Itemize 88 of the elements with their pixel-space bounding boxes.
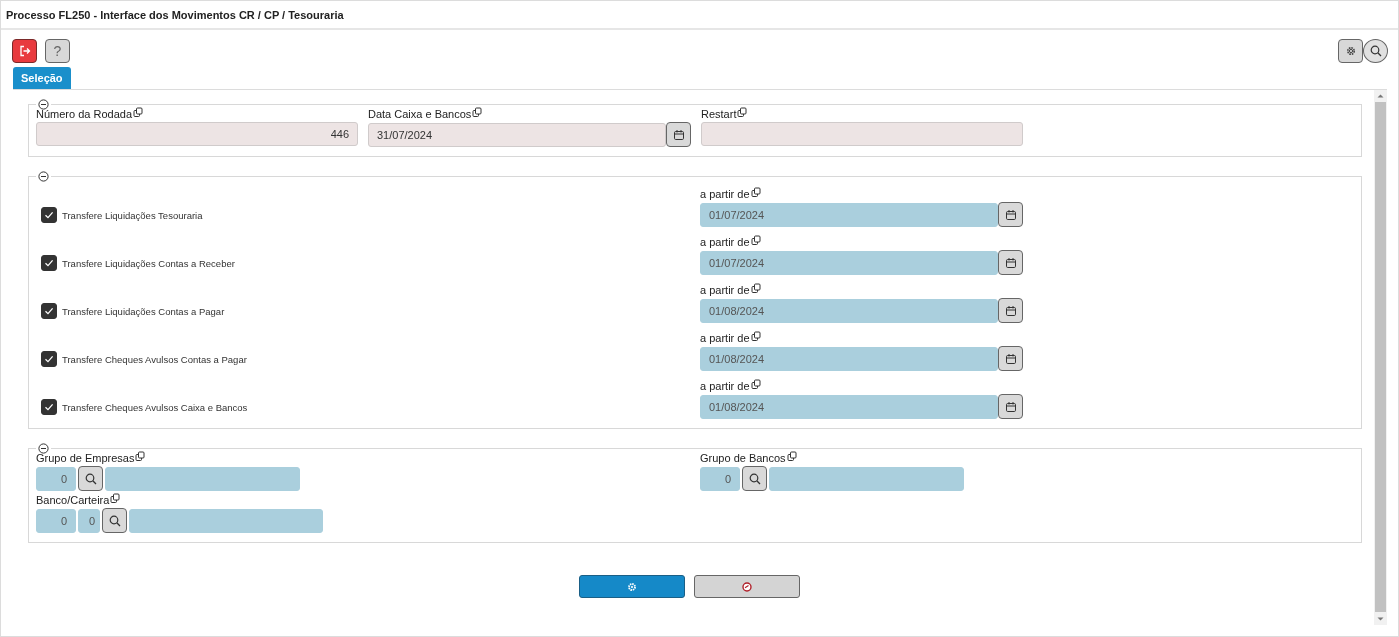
number-field[interactable]: 446 [36, 122, 358, 146]
date-field[interactable]: 01/08/2024 [700, 394, 999, 419]
tab[interactable]: Seleção [13, 67, 71, 89]
checkmark-icon [44, 210, 54, 220]
search-icon [748, 472, 761, 485]
field-label: Grupo de Bancos [700, 452, 786, 464]
copy-icon[interactable] [737, 107, 748, 118]
copy-icon[interactable] [750, 379, 761, 390]
checkbox-label: Transfere Liquidações Contas a Pagar [62, 305, 225, 317]
calendar-button[interactable] [998, 298, 1023, 323]
calendar-icon [1004, 304, 1017, 317]
collapse-icon[interactable] [38, 171, 49, 182]
gear-icon [626, 581, 637, 592]
field-label: Data Caixa e Bancos [368, 108, 472, 120]
checkbox-label: Transfere Liquidações Tesouraria [62, 209, 203, 221]
field-label: a partir de [700, 284, 750, 296]
checkbox[interactable] [41, 207, 57, 223]
settings-icon [1344, 45, 1357, 57]
scrollbar[interactable] [1374, 90, 1387, 625]
copy-icon[interactable] [472, 107, 483, 118]
checkmark-icon [44, 402, 54, 412]
copy-icon[interactable] [786, 451, 797, 462]
copy-icon[interactable] [133, 107, 143, 118]
calendar-button[interactable] [998, 202, 1023, 227]
window-title: Processo FL250 - Interface dos Movimentos CR / CP / Tesouraria [1, 1, 1398, 30]
copy-icon[interactable] [110, 493, 121, 504]
scrollbar-thumb[interactable] [1375, 102, 1386, 612]
field-label: a partir de [700, 380, 750, 392]
calendar-icon [1004, 400, 1017, 413]
field-label: Grupo de Empresas [36, 452, 135, 464]
checkmark-icon [44, 258, 54, 268]
checkbox-label: Transfere Liquidações Contas a Receber [62, 257, 235, 269]
collapse-icon[interactable] [38, 443, 49, 454]
description-field[interactable] [129, 508, 323, 533]
copy-icon[interactable] [750, 331, 761, 342]
code-field[interactable]: 0 [700, 466, 740, 491]
date-field[interactable]: 01/07/2024 [700, 202, 999, 227]
exit-button[interactable] [12, 39, 37, 63]
code-field[interactable]: 0 [36, 466, 76, 491]
search-button[interactable] [742, 466, 767, 491]
code-field[interactable]: 0 [36, 508, 76, 533]
date-field[interactable]: 01/08/2024 [700, 298, 999, 323]
date-field[interactable]: 31/07/2024 [368, 122, 667, 147]
description-field[interactable] [769, 466, 964, 491]
copy-icon[interactable] [750, 187, 761, 198]
search-icon [108, 514, 121, 527]
cancel-icon [741, 581, 752, 592]
help-button[interactable]: ? [45, 39, 70, 63]
cancel-button[interactable] [693, 575, 800, 598]
calendar-button[interactable] [998, 250, 1023, 275]
calendar-button[interactable] [666, 122, 691, 147]
search-button[interactable] [1363, 39, 1388, 63]
checkbox[interactable] [41, 255, 57, 271]
calendar-icon [1004, 352, 1017, 365]
calendar-icon [672, 128, 685, 141]
search-icon [1369, 45, 1382, 57]
checkmark-icon [44, 306, 54, 316]
field-label: a partir de [700, 332, 750, 344]
search-button[interactable] [102, 508, 127, 533]
field-label: Banco/Carteira [36, 494, 110, 506]
text-field[interactable] [701, 122, 1023, 146]
date-field[interactable]: 01/07/2024 [700, 250, 999, 275]
copy-icon[interactable] [135, 451, 146, 462]
collapse-icon[interactable] [38, 99, 49, 110]
run-button[interactable] [578, 575, 685, 598]
field-label: a partir de [700, 188, 750, 200]
checkmark-icon [44, 354, 54, 364]
calendar-button[interactable] [998, 394, 1023, 419]
checkbox[interactable] [41, 399, 57, 415]
copy-icon[interactable] [750, 283, 761, 294]
date-field[interactable]: 01/08/2024 [700, 346, 999, 371]
code-field[interactable]: 0 [78, 508, 100, 533]
calendar-button[interactable] [998, 346, 1023, 371]
description-field[interactable] [105, 466, 300, 491]
checkbox-label: Transfere Cheques Avulsos Caixa e Bancos [62, 401, 248, 413]
field-label: a partir de [700, 236, 750, 248]
checkbox-label: Transfere Cheques Avulsos Contas a Pagar [62, 353, 247, 365]
calendar-icon [1004, 256, 1017, 269]
checkbox[interactable] [41, 303, 57, 319]
calendar-icon [1004, 208, 1017, 221]
checkbox[interactable] [41, 351, 57, 367]
field-label: Número da Rodada [36, 108, 132, 120]
search-button[interactable] [78, 466, 103, 491]
field-label: Restart [701, 108, 737, 120]
settings-button[interactable] [1338, 39, 1363, 63]
search-icon [84, 472, 97, 485]
copy-icon[interactable] [750, 235, 761, 246]
exit-icon [18, 45, 31, 57]
